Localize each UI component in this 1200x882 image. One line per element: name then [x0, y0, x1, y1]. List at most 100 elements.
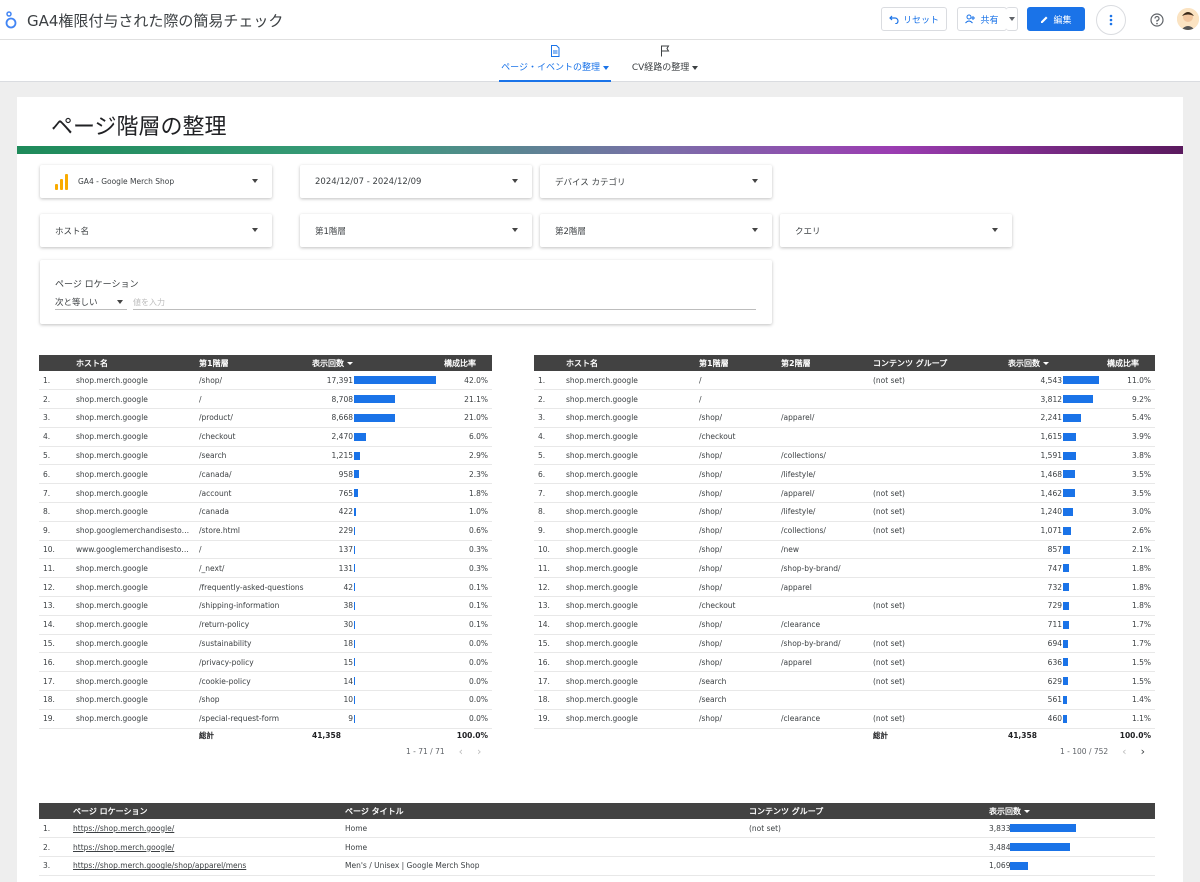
share-cell: 0.1%: [440, 596, 492, 616]
views-bar-cell: 2,241: [986, 413, 1099, 422]
col-share[interactable]: 構成比率: [1103, 355, 1155, 371]
col-level1[interactable]: 第1階層: [695, 355, 777, 371]
table-row[interactable]: 3. https://shop.merch.google/shop/apparel…: [39, 856, 1155, 876]
table-row[interactable]: 13. shop.merch.google/checkout (not set) 72…: [534, 596, 1155, 616]
share-cell: 3.0%: [1103, 502, 1155, 522]
views-cell: 1,240: [982, 502, 1103, 522]
views-bar: [1063, 451, 1076, 460]
col-page-location[interactable]: ページ ロケーション: [69, 803, 341, 819]
col-level1[interactable]: 第1階層: [195, 355, 308, 371]
table-row[interactable]: 14. shop.merch.google/shop//clearance 711 1…: [534, 615, 1155, 635]
table-row[interactable]: 3. shop.merch.google/product/8,668 21.0%: [39, 408, 492, 428]
table-row[interactable]: 8. shop.merch.google/canada 422 1.0%: [39, 502, 492, 522]
report-title[interactable]: GA4権限付与された際の簡易チェック: [27, 10, 283, 31]
operator-select[interactable]: 次と等しい: [55, 296, 127, 310]
table-row[interactable]: 6. shop.merch.google/canada/958 2.3%: [39, 464, 492, 485]
table-row[interactable]: 12. shop.merch.google/frequently-asked-qu…: [39, 577, 492, 598]
level2-filter[interactable]: 第2階層: [540, 214, 772, 247]
table-row[interactable]: 11. shop.merch.google/shop//shop-by-brand…: [534, 558, 1155, 579]
more-options-button[interactable]: [1096, 5, 1126, 35]
table-row[interactable]: 19. shop.merch.google/special-request-for…: [39, 709, 492, 729]
col-host[interactable]: ホスト名: [562, 355, 695, 371]
table-row[interactable]: 15. shop.merch.google/shop//shop-by-brand…: [534, 634, 1155, 654]
table-row[interactable]: 16. shop.merch.google/privacy-policy 15 0.0…: [39, 652, 492, 673]
page-location-link[interactable]: https://shop.merch.google/: [73, 843, 174, 852]
col-views[interactable]: 表示回数: [982, 355, 1103, 371]
table-row[interactable]: 10. www.googlemerchandisestore.../ 137 0.3%: [39, 540, 492, 560]
table-row[interactable]: 6. shop.merch.google/shop//lifestyle/1,46…: [534, 464, 1155, 485]
prev-page-icon[interactable]: ‹: [459, 745, 463, 758]
page-location-link[interactable]: https://shop.merch.google/shop/apparel/m…: [73, 861, 246, 870]
row-index: 12.: [39, 577, 72, 598]
level2-cell: /apparel: [777, 577, 869, 598]
views-bar-track: [354, 451, 436, 460]
col-views[interactable]: 表示回数: [308, 355, 440, 371]
col-page-title[interactable]: ページ タイトル: [341, 803, 745, 819]
table-row[interactable]: 1. shop.merch.google / (not set) 4,543 11.0%: [534, 371, 1155, 391]
page-title-cell: Men's / Unisex | Google Merch Shop: [341, 856, 745, 876]
table-row[interactable]: 12. shop.merch.google/shop//apparel 732 1.8…: [534, 577, 1155, 598]
table-row[interactable]: 17. shop.merch.google/cookie-policy 14 0.0%: [39, 671, 492, 692]
col-share[interactable]: 構成比率: [440, 355, 492, 371]
table-row[interactable]: 10. shop.merch.google/shop//new 857 2.1%: [534, 540, 1155, 560]
data-source-control[interactable]: GA4 - Google Merch Shop: [40, 165, 272, 198]
device-category-filter[interactable]: デバイス カテゴリ: [540, 165, 772, 198]
next-page-icon[interactable]: ›: [477, 745, 481, 758]
table-row[interactable]: 8. shop.merch.google/shop//lifestyle/(not…: [534, 502, 1155, 522]
table-row[interactable]: 2. https://shop.merch.google/Home 3,484: [39, 837, 1155, 858]
table-row[interactable]: 14. shop.merch.google/return-policy 30 0.1%: [39, 615, 492, 635]
edit-button[interactable]: 編集: [1027, 7, 1085, 31]
user-avatar[interactable]: [1177, 8, 1199, 30]
col-content-group[interactable]: コンテンツ グループ: [869, 355, 982, 371]
share-cell: 2.6%: [1103, 521, 1155, 541]
table-row[interactable]: 11. shop.merch.google/_next/131 0.3%: [39, 558, 492, 579]
views-bar-track: [1063, 376, 1099, 385]
table-row[interactable]: 9. shop.googlemerchandisestore.../store.h…: [39, 521, 492, 541]
col-content-group[interactable]: コンテンツ グループ: [745, 803, 985, 819]
date-range-control[interactable]: 2024/12/07 - 2024/12/09: [300, 165, 532, 198]
page-location-input[interactable]: [133, 296, 756, 310]
page-location-link[interactable]: https://shop.merch.google/: [73, 824, 174, 833]
table-row[interactable]: 15. shop.merch.google/sustainability 18 0.0…: [39, 634, 492, 654]
table-row[interactable]: 13. shop.merch.google/shipping-informatio…: [39, 596, 492, 616]
table-row[interactable]: 1. https://shop.merch.google/Home (not set…: [39, 819, 1155, 839]
share-button[interactable]: 共有: [957, 7, 1007, 31]
table-row[interactable]: 16. shop.merch.google/shop//apparel (not s…: [534, 652, 1155, 673]
help-button[interactable]: [1142, 5, 1172, 35]
table-row[interactable]: 3. shop.merch.google/shop//apparel/2,241 5…: [534, 408, 1155, 428]
views-bar: [354, 564, 356, 573]
reset-button[interactable]: リセット: [881, 7, 947, 31]
table-row[interactable]: 18. shop.merch.google/search 561 1.4%: [534, 690, 1155, 710]
table-row[interactable]: 2. shop.merch.google/ 3,812 9.2%: [534, 389, 1155, 410]
share-dropdown-button[interactable]: [1006, 7, 1018, 31]
table-row[interactable]: 9. shop.merch.google/shop//collections/(n…: [534, 521, 1155, 541]
page-location-filter: ページ ロケーション 次と等しい: [40, 260, 772, 324]
level2-cell: [777, 596, 869, 616]
next-page-icon[interactable]: ›: [1141, 745, 1145, 758]
share-cell: 1.4%: [1103, 690, 1155, 710]
col-host[interactable]: ホスト名: [72, 355, 195, 371]
table-row[interactable]: 17. shop.merch.google/search (not set) 629 1…: [534, 671, 1155, 692]
table-row[interactable]: 4. shop.merch.google/checkout 1,615 3.9%: [534, 427, 1155, 447]
prev-page-icon[interactable]: ‹: [1122, 745, 1126, 758]
table-row[interactable]: 7. shop.merch.google/shop//apparel/(not s…: [534, 483, 1155, 504]
table-row[interactable]: 18. shop.merch.google/shop 10 0.0%: [39, 690, 492, 710]
table-row[interactable]: 5. shop.merch.google/search 1,215 2.9%: [39, 446, 492, 466]
table-row[interactable]: 7. shop.merch.google/account 765 1.8%: [39, 483, 492, 504]
views-value: 38: [343, 601, 353, 611]
page-heading: ページ階層の整理: [51, 115, 227, 140]
table-row[interactable]: 19. shop.merch.google/shop//clearance (not…: [534, 709, 1155, 729]
table-row[interactable]: 2. shop.merch.google/ 8,708 21.1%: [39, 389, 492, 410]
views-bar-track: [354, 432, 436, 441]
query-filter[interactable]: クエリ: [780, 214, 1012, 247]
total-level2: [777, 728, 869, 742]
host-name-filter[interactable]: ホスト名: [40, 214, 272, 247]
tab-cv-path[interactable]: CV経路の整理: [630, 45, 700, 82]
table-row[interactable]: 1. shop.merch.google/shop/17,391 42.0%: [39, 371, 492, 391]
table-row[interactable]: 4. shop.merch.google/checkout 2,470 6.0%: [39, 427, 492, 447]
col-views[interactable]: 表示回数: [985, 803, 1155, 819]
col-level2[interactable]: 第2階層: [777, 355, 869, 371]
table-row[interactable]: 5. shop.merch.google/shop//collections/1,…: [534, 446, 1155, 466]
level1-filter[interactable]: 第1階層: [300, 214, 532, 247]
tab-page-event[interactable]: ページ・イベントの整理: [499, 45, 611, 82]
